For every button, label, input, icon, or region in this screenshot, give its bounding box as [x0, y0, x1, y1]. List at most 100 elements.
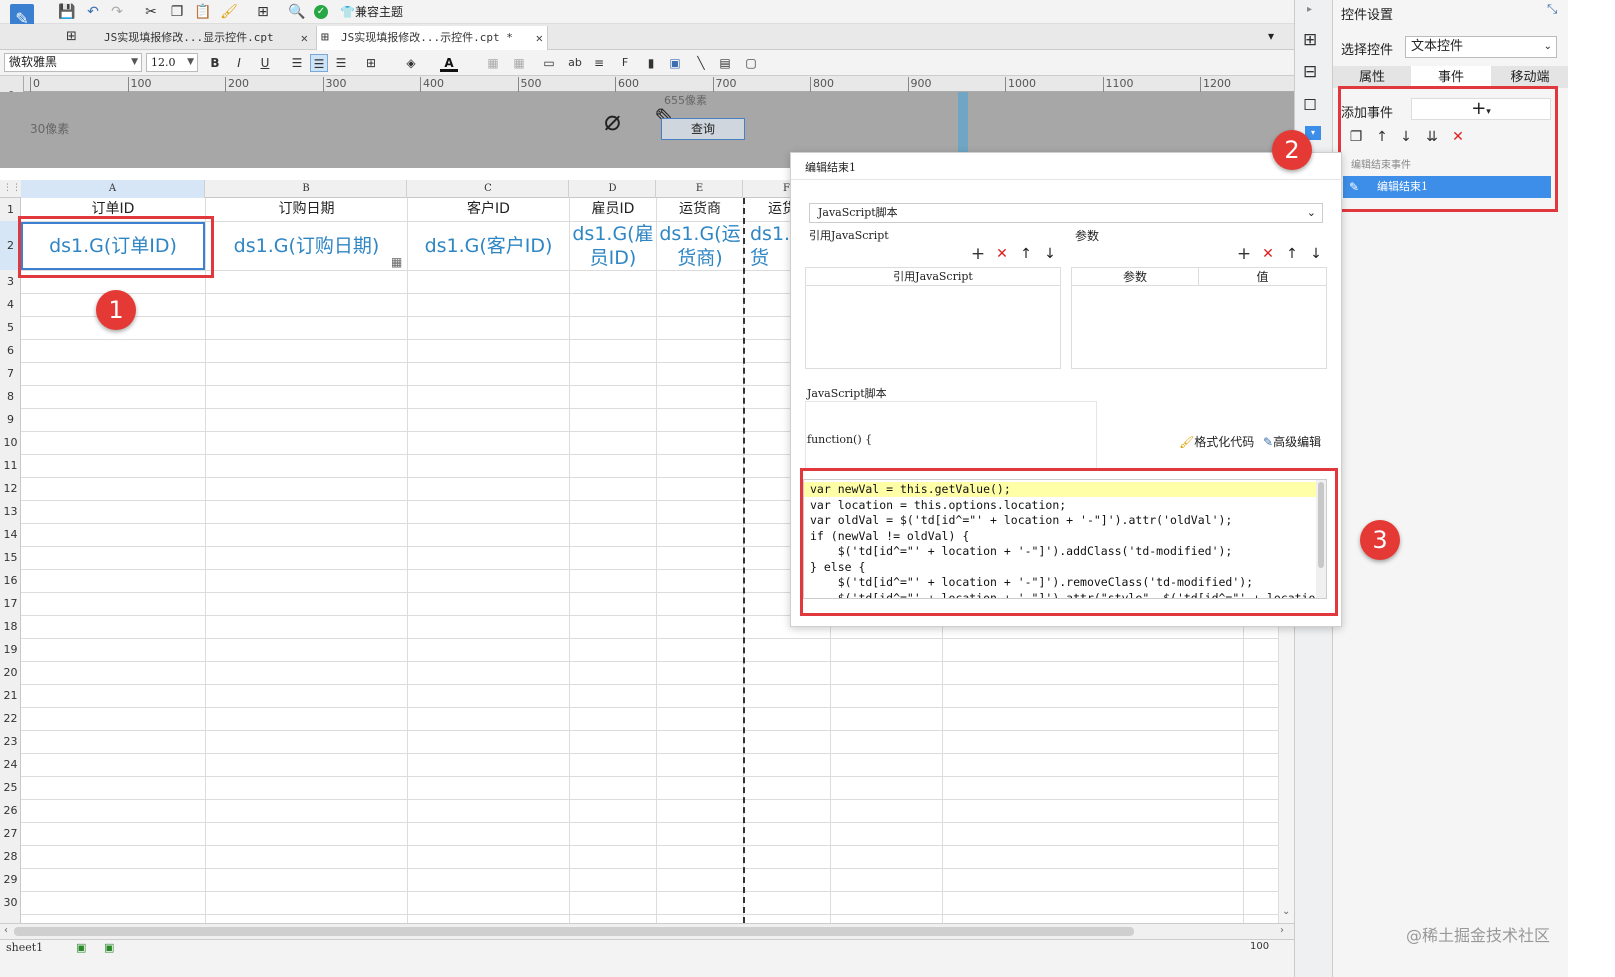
row-header-cell[interactable]: 23 — [0, 730, 21, 753]
column-header-cell[interactable]: D — [570, 180, 656, 198]
arrow-down-icon[interactable]: ↓ — [1307, 245, 1325, 263]
row-header-cell[interactable]: 20 — [0, 661, 21, 684]
arrow-up-icon[interactable]: ↑ — [1283, 245, 1301, 263]
row-header-cell[interactable]: 6 — [0, 339, 21, 362]
row-header-cell[interactable]: 24 — [0, 753, 21, 776]
widget-icon[interactable]: ▢ — [742, 54, 760, 72]
check-icon[interactable]: ✓ — [314, 5, 328, 19]
redo-icon[interactable]: ↷ — [108, 3, 126, 21]
save-icon[interactable]: 💾 — [58, 3, 76, 21]
row-header-cell[interactable]: 27 — [0, 822, 21, 845]
border-icon[interactable]: ⊞ — [362, 54, 380, 72]
theme-button[interactable]: 👕兼容主题 — [340, 3, 403, 21]
text-icon[interactable]: ab — [566, 54, 584, 72]
tab-menu-icon[interactable]: ▾ — [1268, 29, 1274, 43]
underline-button[interactable]: U — [256, 54, 274, 72]
row-header-cell[interactable]: 14 — [0, 523, 21, 546]
data-cell[interactable]: ds1.G(雇员ID) — [570, 222, 656, 270]
query-button[interactable]: 查询 — [661, 118, 745, 140]
data-cell[interactable]: ds1.G(客户ID) — [408, 222, 569, 270]
arrow-down-icon[interactable]: ↓ — [1041, 245, 1059, 263]
row-header-cell[interactable]: 18 — [0, 615, 21, 638]
align-left-icon[interactable]: ☰ — [288, 54, 306, 72]
row-header-cell[interactable]: 21 — [0, 684, 21, 707]
column-header-cell[interactable]: C — [408, 180, 569, 198]
tab-mobile[interactable]: 移动端 — [1491, 66, 1569, 88]
row-header-cell[interactable]: 19 — [0, 638, 21, 661]
column-header-cell[interactable]: A — [21, 180, 205, 198]
zoom-value[interactable]: 100 — [1250, 941, 1269, 952]
merge-icon[interactable]: ▦ — [484, 54, 502, 72]
row-header-cell[interactable]: 8 — [0, 385, 21, 408]
row-header-cell[interactable]: 11 — [0, 454, 21, 477]
undo-icon[interactable]: ↶ — [84, 3, 102, 21]
split-icon[interactable]: ▦ — [510, 54, 528, 72]
image-icon[interactable]: ▣ — [666, 54, 684, 72]
paragraph-icon[interactable]: ≡ — [590, 54, 608, 72]
header-cell[interactable]: 订购日期 — [206, 199, 407, 220]
column-header-cell[interactable]: E — [657, 180, 743, 198]
plus-icon[interactable]: + — [969, 245, 987, 263]
sheet-tab[interactable]: sheet1 — [6, 941, 43, 954]
params-table[interactable]: 参数 值 — [1071, 267, 1327, 369]
preview-icon[interactable]: 🔍 — [288, 3, 306, 21]
font-color-icon[interactable]: A — [440, 54, 458, 72]
pin-icon[interactable]: ⤡ — [1547, 2, 1557, 17]
scroll-left-icon[interactable]: ‹ — [4, 925, 8, 936]
column-header-cell[interactable]: B — [206, 180, 407, 198]
row-header-cell[interactable]: 16 — [0, 569, 21, 592]
row-header-cell[interactable]: 26 — [0, 799, 21, 822]
cut-icon[interactable]: ✂ — [142, 3, 160, 21]
close-icon[interactable]: ✕ — [536, 26, 543, 50]
scroll-right-icon[interactable]: › — [1280, 925, 1284, 936]
widget-settings-icon[interactable]: ◻ — [1303, 94, 1317, 114]
cell-attr-icon[interactable]: ⊞ — [1303, 30, 1317, 50]
widget-type-select[interactable]: 文本控件 ⌄ — [1405, 36, 1557, 58]
plus-icon[interactable]: + — [1235, 245, 1253, 263]
align-center-icon[interactable]: ☰ — [310, 54, 328, 72]
row-header-cell[interactable]: 28 — [0, 845, 21, 868]
align-right-icon[interactable]: ☰ — [332, 54, 350, 72]
header-cell[interactable]: 运货商 — [657, 199, 743, 220]
row-header-cell[interactable]: 12 — [0, 477, 21, 500]
row-header-cell[interactable]: 4 — [0, 293, 21, 316]
tab-properties[interactable]: 属性 — [1333, 66, 1411, 88]
advanced-edit-button[interactable]: ✎高级编辑 — [1263, 433, 1321, 450]
delete-icon[interactable]: ✕ — [1259, 245, 1277, 263]
scroll-down-icon[interactable]: ⌄ — [1282, 906, 1290, 917]
data-cell[interactable]: ds1.G(订购日期) — [206, 222, 407, 270]
row-header-cell[interactable]: 7 — [0, 362, 21, 385]
italic-button[interactable]: I — [230, 54, 248, 72]
chart-icon[interactable]: ▮ — [642, 54, 660, 72]
row-header-cell[interactable]: 9 — [0, 408, 21, 431]
formula-icon[interactable]: F — [616, 54, 634, 72]
ref-js-table[interactable]: 引用JavaScript — [805, 267, 1061, 369]
row-header-cell[interactable]: 29 — [0, 868, 21, 891]
format-code-button[interactable]: 🖌格式化代码 — [1179, 433, 1254, 450]
bold-button[interactable]: B — [206, 54, 224, 72]
tab-events[interactable]: 事件 — [1411, 66, 1491, 88]
arrow-up-icon[interactable]: ↑ — [1017, 245, 1035, 263]
select-all-icon[interactable]: ⋮⋮ — [3, 183, 21, 193]
add-sheet-icon[interactable]: ▣ — [104, 941, 114, 954]
insert-icon[interactable]: ▭ — [540, 54, 558, 72]
template-icon[interactable]: ⊞ — [254, 3, 272, 21]
close-icon[interactable]: ✕ — [301, 26, 308, 50]
add-sheet-icon[interactable]: ▣ — [76, 941, 86, 954]
row-header-cell[interactable]: 13 — [0, 500, 21, 523]
date-picker-icon[interactable]: ▦ — [391, 255, 402, 269]
row-header-cell[interactable]: 5 — [0, 316, 21, 339]
paste-icon[interactable]: 📋 — [194, 3, 212, 21]
row-header-cell[interactable]: 25 — [0, 776, 21, 799]
collapse-icon[interactable]: ▸ — [1307, 4, 1312, 15]
tab-file-1[interactable]: JS实现填报修改...显示控件.cpt ✕ — [80, 26, 312, 50]
header-cell[interactable]: 雇员ID — [570, 199, 656, 220]
row-header-cell[interactable]: 22 — [0, 707, 21, 730]
header-cell[interactable]: 客户ID — [408, 199, 569, 220]
row-header-cell[interactable]: 17 — [0, 592, 21, 615]
format-painter-icon[interactable]: 🖌 — [220, 3, 238, 21]
size-select[interactable]: 12.0 ▼ — [146, 53, 198, 72]
slash-icon[interactable]: ╲ — [692, 54, 710, 72]
scroll-thumb[interactable] — [14, 927, 1134, 936]
delete-icon[interactable]: ✕ — [993, 245, 1011, 263]
